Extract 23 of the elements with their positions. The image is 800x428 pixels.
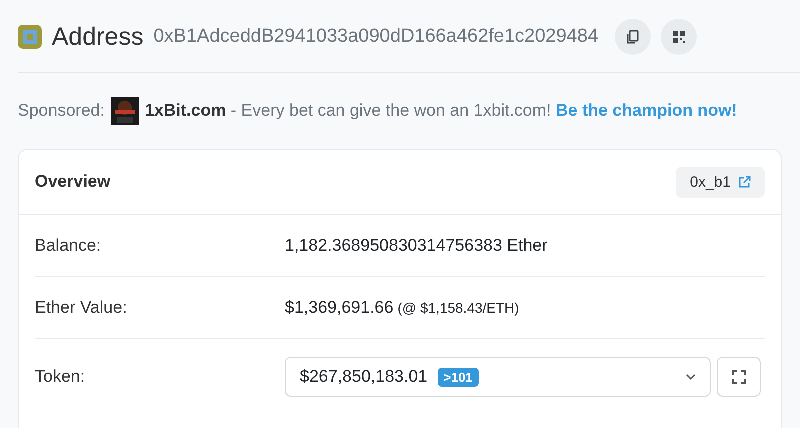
qr-code-icon (672, 30, 686, 44)
chevron-down-icon (686, 374, 696, 380)
copy-button[interactable] (614, 19, 651, 55)
count-badge: >101 (438, 368, 479, 386)
field-value: $1,369,691.66 (285, 298, 394, 318)
external-link-icon (739, 176, 751, 188)
field-value: 1,182.368950830314756383 Ether (285, 236, 548, 256)
qr-code-button[interactable] (660, 19, 697, 55)
address-text: 0xB1AdceddB2941033a090dD166a462fe1c2029484 (154, 26, 599, 48)
sponsor-text: 1xBit.com - Every bet can give the won an 1xbit.com! Be the champion now! (144, 101, 738, 121)
field-label: Ether Value: (35, 298, 128, 318)
card-title: Overview (35, 172, 111, 192)
price-note: (@ $1,158.43/ETH) (398, 300, 520, 316)
token-dropdown[interactable]: $267,850,183.01 >101 (285, 357, 711, 397)
page-title: Address (52, 22, 144, 52)
expand-button[interactable] (717, 357, 761, 397)
name-tag-button[interactable]: 0x_b1 (676, 166, 765, 198)
sponsored-label: Sponsored: (18, 101, 105, 121)
field-label: Balance: (35, 236, 102, 256)
fullscreen-icon (732, 370, 746, 384)
copy-icon (626, 30, 640, 44)
field-label: Token: (35, 367, 86, 387)
avatar-icon (18, 25, 42, 49)
